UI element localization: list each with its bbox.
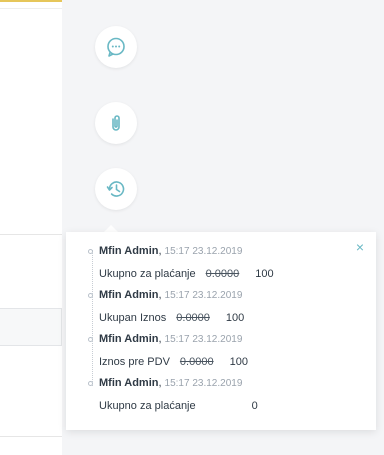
history-button[interactable] (95, 168, 137, 210)
chat-bubble-icon (107, 37, 125, 57)
entry-user: Mfin Admin (99, 289, 159, 301)
entry-time: 15:17 23.12.2019 (164, 245, 243, 257)
separator: , (158, 333, 162, 345)
paperclip-icon (112, 115, 120, 131)
entry-time: 15:17 23.12.2019 (164, 377, 243, 389)
change-row: Iznos pre PDV 0.0000 100 (88, 353, 358, 371)
new-value: 100 (255, 268, 274, 280)
change-row: Ukupan Iznos 0.0000 100 (88, 309, 358, 327)
timeline-dot (88, 336, 93, 342)
new-value: 100 (229, 356, 248, 368)
comments-button[interactable] (95, 26, 137, 68)
new-value: 100 (225, 312, 245, 324)
changed-field: Ukupno za plaćanje (99, 268, 196, 280)
entry-time: 15:17 23.12.2019 (164, 333, 243, 345)
change-row: Ukupno za plaćanje 0 (88, 397, 358, 415)
entry-header: Mfin Admin, 15:17 23.12.2019 (88, 242, 358, 260)
timeline-dot (88, 380, 93, 386)
old-value: 0.0000 (176, 312, 210, 324)
history-entry: Mfin Admin, 15:17 23.12.2019 Ukupan Izno… (88, 286, 358, 327)
entry-header: Mfin Admin, 15:17 23.12.2019 (88, 286, 358, 304)
history-popover: × Mfin Admin, 15:17 23.12.2019 Ukupno za… (66, 232, 376, 430)
history-entry: Mfin Admin, 15:17 23.12.2019 Ukupno za p… (88, 242, 358, 283)
divider (0, 8, 62, 9)
change-row: Ukupno za plaćanje 0.0000 100 (88, 265, 358, 283)
header-accent-line (0, 0, 62, 2)
entry-header: Mfin Admin, 15:17 23.12.2019 (88, 374, 358, 392)
divider (0, 436, 62, 437)
entry-user: Mfin Admin (99, 333, 159, 345)
entry-user: Mfin Admin (99, 245, 159, 257)
separator: , (158, 245, 162, 257)
entry-header: Mfin Admin, 15:17 23.12.2019 (88, 330, 358, 348)
history-icon (106, 181, 125, 197)
divider (0, 234, 62, 235)
new-value: 0 (251, 400, 258, 412)
timeline-dot (88, 248, 93, 254)
old-value: 0.0000 (205, 268, 240, 280)
changed-field: Ukupno za plaćanje (99, 400, 196, 412)
history-entry: Mfin Admin, 15:17 23.12.2019 Iznos pre P… (88, 330, 358, 371)
attachments-button[interactable] (95, 102, 137, 144)
separator: , (158, 377, 162, 389)
main-content-panel (0, 0, 63, 455)
changed-field: Ukupan Iznos (99, 312, 167, 324)
old-value: 0.0000 (179, 356, 214, 368)
form-field[interactable] (0, 308, 62, 346)
changed-field: Iznos pre PDV (99, 356, 170, 368)
history-entry: Mfin Admin, 15:17 23.12.2019 Ukupno za p… (88, 374, 358, 415)
popover-arrow (104, 225, 118, 232)
entry-user: Mfin Admin (99, 377, 159, 389)
timeline-dot (88, 292, 93, 298)
separator: , (158, 289, 162, 301)
entry-time: 15:17 23.12.2019 (164, 289, 243, 301)
